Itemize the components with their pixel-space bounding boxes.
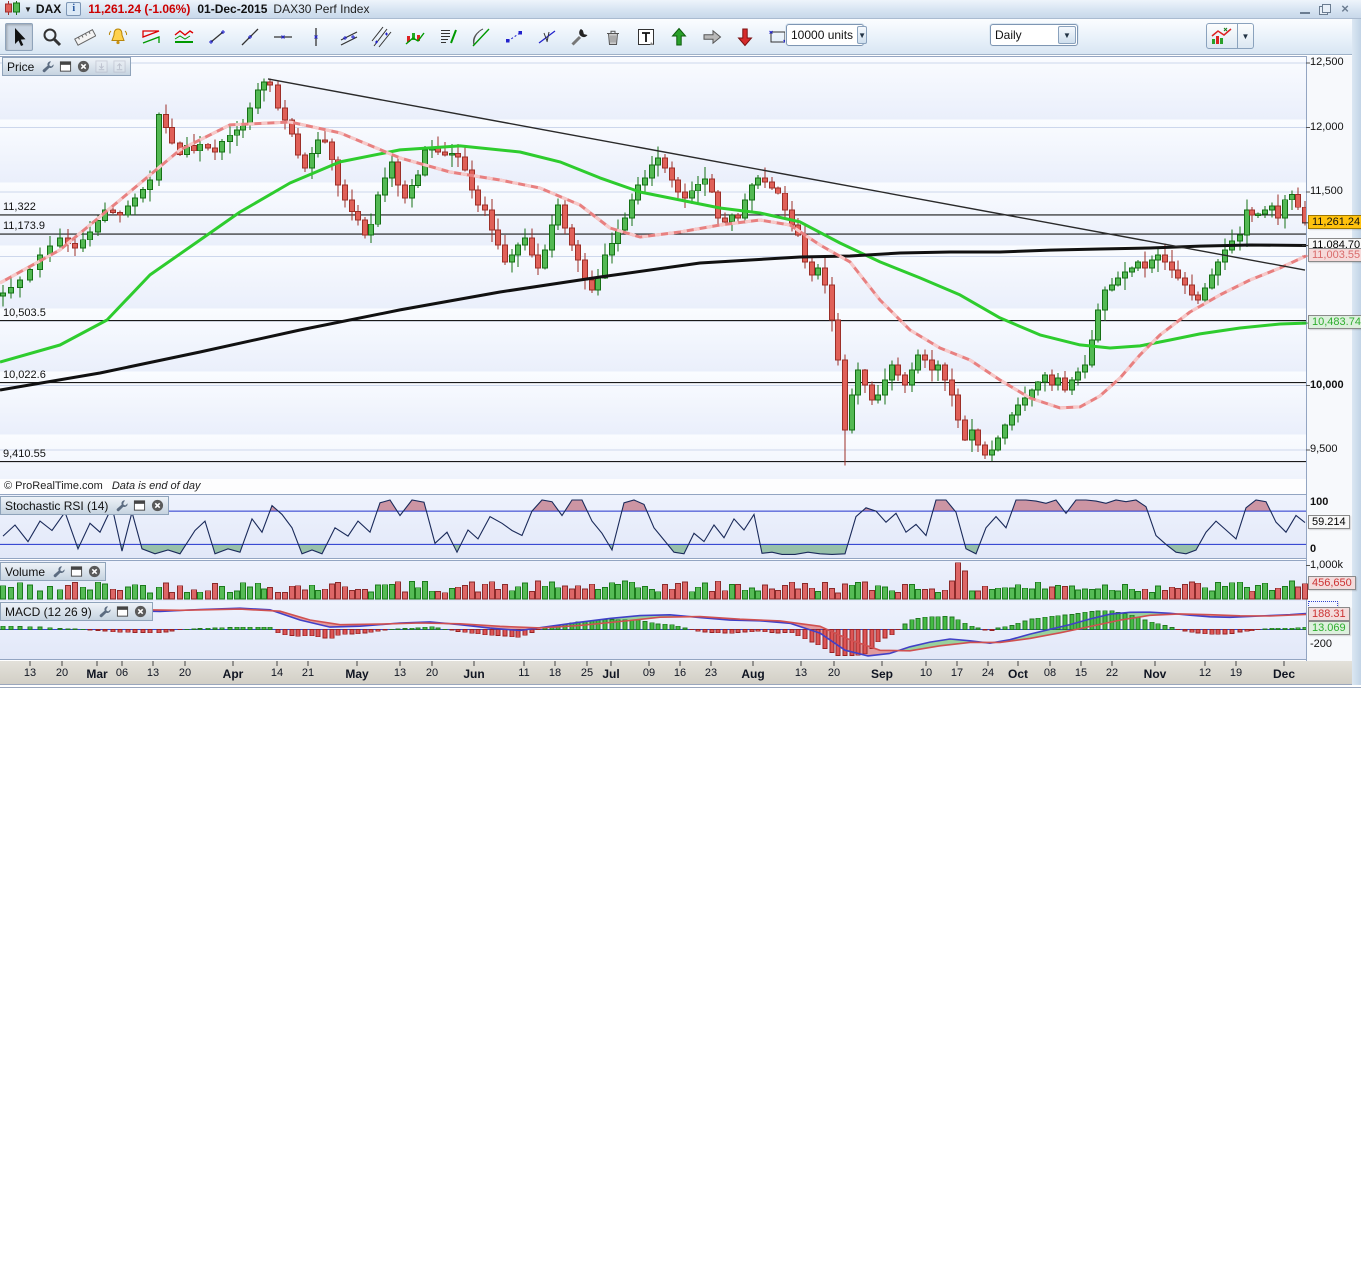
macd-panel-label: MACD (12 26 9) bbox=[5, 604, 92, 619]
close-icon[interactable] bbox=[134, 605, 148, 619]
close-icon[interactable] bbox=[87, 565, 101, 579]
price-panel-header: Price bbox=[2, 57, 132, 76]
macd-panel-header: MACD (12 26 9) bbox=[0, 602, 153, 621]
close-icon[interactable] bbox=[150, 499, 164, 513]
detach-window-icon[interactable] bbox=[69, 565, 83, 579]
move-up-icon bbox=[112, 60, 126, 74]
settings-wrench-icon[interactable] bbox=[114, 499, 128, 513]
stochastic-panel-header: Stochastic RSI (14) bbox=[0, 496, 170, 515]
settings-wrench-icon[interactable] bbox=[40, 60, 54, 74]
price-panel-label: Price bbox=[7, 59, 35, 74]
detach-window-icon[interactable] bbox=[58, 60, 72, 74]
stochastic-panel-label: Stochastic RSI (14) bbox=[5, 498, 109, 513]
settings-wrench-icon[interactable] bbox=[51, 565, 65, 579]
close-icon[interactable] bbox=[76, 60, 90, 74]
detach-window-icon[interactable] bbox=[116, 605, 130, 619]
chart-canvas[interactable] bbox=[0, 0, 1361, 687]
volume-panel-header: Volume bbox=[0, 562, 107, 581]
volume-panel-label: Volume bbox=[5, 564, 46, 579]
settings-wrench-icon[interactable] bbox=[98, 605, 112, 619]
move-down-icon bbox=[94, 60, 108, 74]
detach-window-icon[interactable] bbox=[132, 499, 146, 513]
prorealtime-window: ▼ DAX i 11,261.24 (-1.06%) 01-Dec-2015 D… bbox=[0, 0, 1361, 688]
